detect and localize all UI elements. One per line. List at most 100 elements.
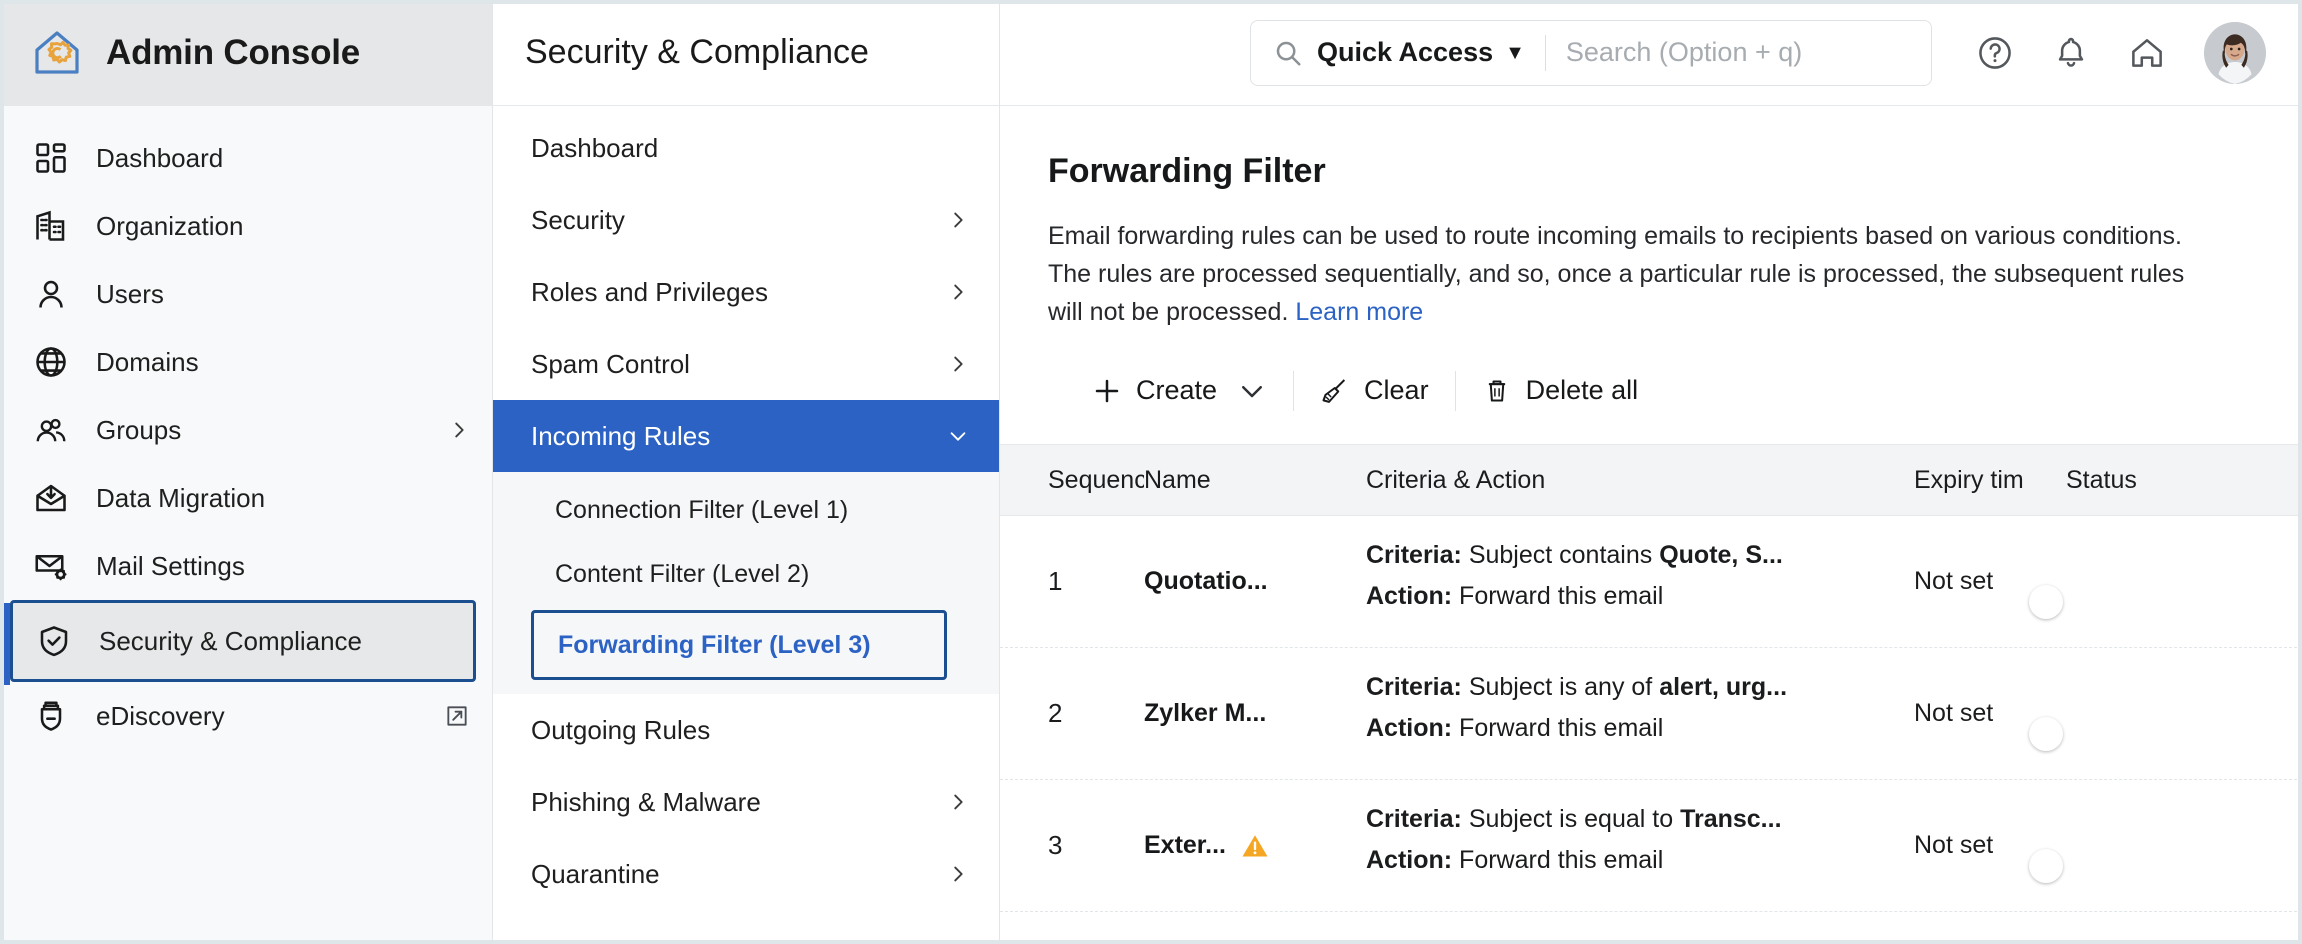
cell-name: Quotatio...	[1144, 567, 1366, 596]
sidebar-item-label: Dashboard	[96, 143, 470, 174]
column-header-expiry-time: Expiry tim	[1914, 466, 2066, 495]
top-bar-icons	[1976, 22, 2266, 84]
plus-icon	[1092, 376, 1122, 406]
chevron-right-icon	[947, 281, 969, 303]
nav-spam-control[interactable]: Spam Control	[493, 328, 999, 400]
chevron-right-icon	[947, 353, 969, 375]
sidebar-nav: Dashboard Organization Users	[0, 106, 492, 750]
sidebar-item-security-compliance[interactable]: Security & Compliance	[10, 600, 476, 682]
sidebar-item-mail-settings[interactable]: Mail Settings	[0, 532, 492, 600]
nav-roles-and-privileges[interactable]: Roles and Privileges	[493, 256, 999, 328]
nav-item-label: Roles and Privileges	[531, 277, 947, 308]
table-header-row: Sequenc Name Criteria & Action Expiry ti…	[1000, 444, 2302, 516]
global-search-bar[interactable]: Quick Access ▼	[1250, 20, 1932, 86]
left-sidebar: Admin Console Dashboard	[0, 0, 493, 944]
quick-access-dropdown[interactable]: Quick Access ▼	[1317, 37, 1525, 68]
nav-quarantine[interactable]: Quarantine	[493, 838, 999, 910]
ediscovery-icon	[32, 697, 70, 735]
nav-dashboard[interactable]: Dashboard	[493, 112, 999, 184]
action-line: Action: Forward this email	[1366, 846, 1914, 875]
clear-button[interactable]: Clear	[1294, 369, 1455, 412]
external-link-icon[interactable]	[444, 703, 470, 729]
column-header-status: Status	[2066, 466, 2302, 495]
action-text: Forward this email	[1452, 714, 1663, 742]
criteria-text: Subject is any of	[1462, 673, 1659, 701]
nav-security[interactable]: Security	[493, 184, 999, 256]
cell-criteria-action: Criteria: Subject is any of alert, urg..…	[1366, 673, 1914, 755]
chevron-down-icon	[947, 425, 969, 447]
sidebar-item-domains[interactable]: Domains	[0, 328, 492, 396]
sidebar-item-organization[interactable]: Organization	[0, 192, 492, 260]
chevron-right-icon	[947, 791, 969, 813]
action-text: Forward this email	[1452, 846, 1663, 874]
nav-item-label: Security	[531, 205, 947, 236]
criteria-label: Criteria:	[1366, 673, 1462, 701]
criteria-value: Quote, S...	[1659, 541, 1783, 569]
sidebar-item-users[interactable]: Users	[0, 260, 492, 328]
group-people-icon	[32, 411, 70, 449]
column-header-sequence: Sequenc	[1048, 466, 1144, 495]
nav-item-label: Outgoing Rules	[531, 715, 969, 746]
nav-item-label: Quarantine	[531, 859, 947, 890]
sidebar-item-ediscovery[interactable]: eDiscovery	[0, 682, 492, 750]
toggle-knob	[2029, 849, 2063, 883]
chevron-down-icon	[1237, 376, 1267, 406]
secondary-nav-list: Dashboard Security Roles and Privileges …	[493, 106, 999, 944]
create-button[interactable]: Create	[1066, 369, 1293, 412]
nav-connection-filter-level-1[interactable]: Connection Filter (Level 1)	[493, 478, 999, 542]
table-row[interactable]: 1 Quotatio... Criteria: Subject contains…	[1000, 516, 2302, 648]
nav-outgoing-rules[interactable]: Outgoing Rules	[493, 694, 999, 766]
rules-toolbar: Create Clear	[1066, 369, 2302, 412]
criteria-text: Subject is equal to	[1462, 805, 1680, 833]
delete-all-button-label: Delete all	[1526, 375, 1639, 406]
toggle-knob	[2029, 717, 2063, 751]
sidebar-item-data-migration[interactable]: Data Migration	[0, 464, 492, 532]
broom-icon	[1320, 376, 1350, 406]
avatar[interactable]	[2204, 22, 2266, 84]
delete-all-button[interactable]: Delete all	[1456, 369, 1665, 412]
sidebar-item-dashboard[interactable]: Dashboard	[0, 124, 492, 192]
home-icon[interactable]	[2128, 34, 2166, 72]
sidebar-item-label: Users	[96, 279, 470, 310]
search-input[interactable]	[1566, 37, 1909, 68]
building-icon	[32, 207, 70, 245]
action-line: Action: Forward this email	[1366, 714, 1914, 743]
toggle-knob	[2029, 585, 2063, 619]
table-row[interactable]: 3 Exter... Criteria: Subject is equal to…	[1000, 780, 2302, 912]
chevron-down-icon: ▼	[1505, 43, 1525, 63]
warning-icon[interactable]	[1240, 831, 1270, 861]
cell-sequence: 3	[1048, 830, 1144, 861]
nav-forwarding-filter-level-3[interactable]: Forwarding Filter (Level 3)	[531, 610, 947, 680]
cell-name: Zylker M...	[1144, 699, 1366, 728]
main-column: Quick Access ▼	[1000, 0, 2302, 944]
cell-sequence: 2	[1048, 698, 1144, 729]
forwarding-rules-table: Sequenc Name Criteria & Action Expiry ti…	[1000, 444, 2302, 912]
nav-item-label: Dashboard	[531, 133, 969, 164]
nav-item-label: Spam Control	[531, 349, 947, 380]
top-bar: Quick Access ▼	[1000, 0, 2302, 106]
action-line: Action: Forward this email	[1366, 582, 1914, 611]
nav-incoming-rules[interactable]: Incoming Rules	[493, 400, 999, 472]
learn-more-link[interactable]: Learn more	[1295, 298, 1423, 326]
nav-phishing-and-malware[interactable]: Phishing & Malware	[493, 766, 999, 838]
cell-criteria-action: Criteria: Subject is equal to Transc... …	[1366, 805, 1914, 887]
table-row[interactable]: 2 Zylker M... Criteria: Subject is any o…	[1000, 648, 2302, 780]
cell-sequence: 1	[1048, 566, 1144, 597]
sidebar-item-label: Domains	[96, 347, 470, 378]
action-label: Action:	[1366, 714, 1452, 742]
help-icon[interactable]	[1976, 34, 2014, 72]
cell-name: Exter...	[1144, 831, 1366, 861]
criteria-value: alert, urg...	[1659, 673, 1787, 701]
chevron-right-icon	[947, 863, 969, 885]
chevron-right-icon	[448, 419, 470, 441]
bell-icon[interactable]	[2052, 34, 2090, 72]
secondary-nav-panel: Security & Compliance Dashboard Security…	[493, 0, 1000, 944]
section-description: Email forwarding rules can be used to ro…	[1048, 217, 2208, 331]
sidebar-item-groups[interactable]: Groups	[0, 396, 492, 464]
column-header-criteria-action: Criteria & Action	[1366, 466, 1914, 495]
sidebar-item-label: Groups	[96, 415, 422, 446]
nav-content-filter-level-2[interactable]: Content Filter (Level 2)	[493, 542, 999, 606]
sidebar-item-label: eDiscovery	[96, 701, 418, 732]
sidebar-item-label: Organization	[96, 211, 470, 242]
dashboard-grid-icon	[32, 139, 70, 177]
